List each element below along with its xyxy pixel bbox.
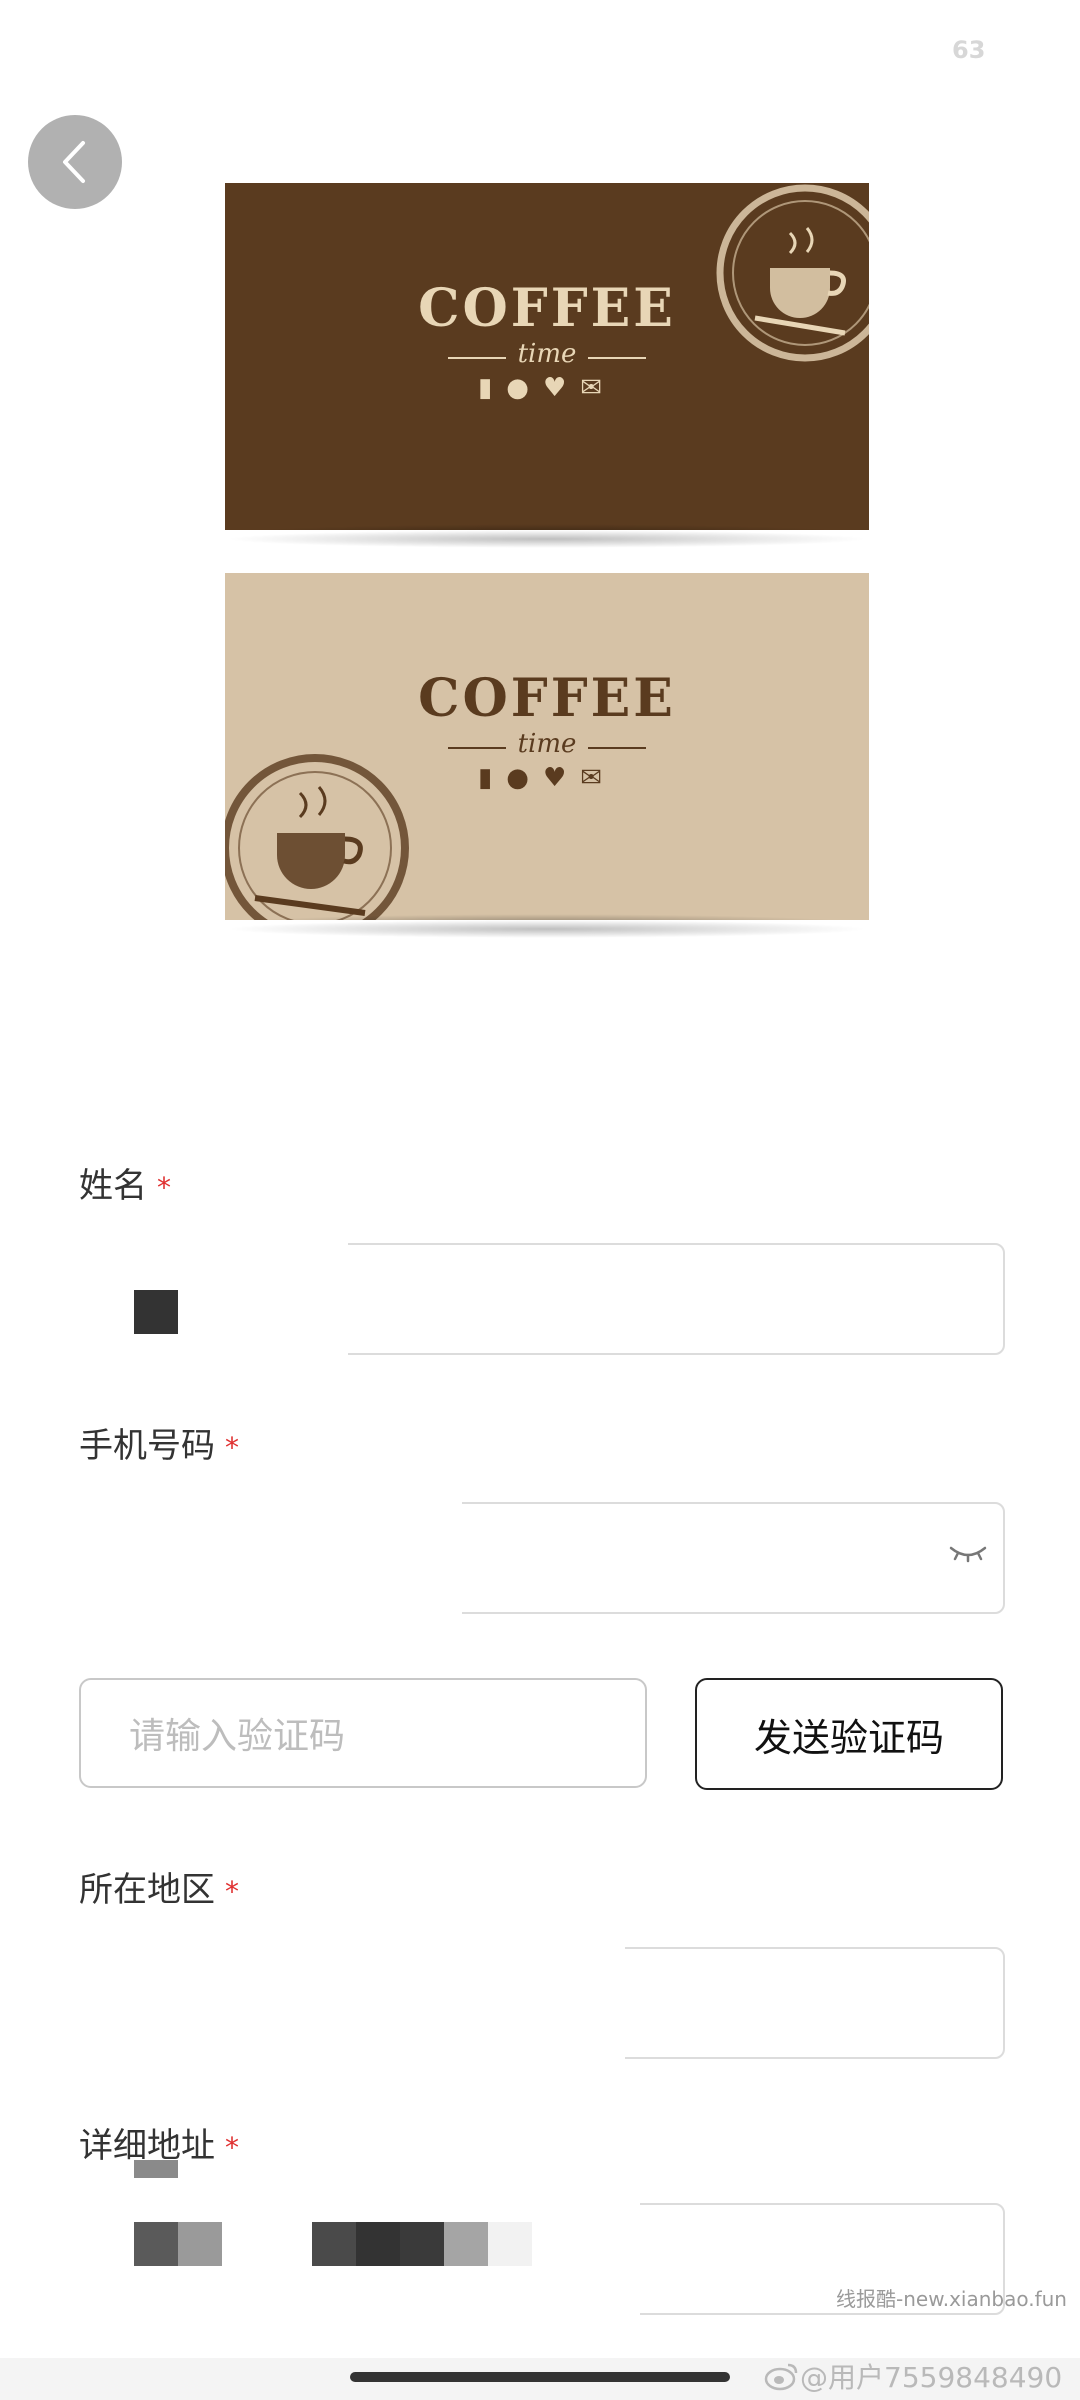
chevron-left-icon: [63, 141, 85, 183]
send-code-label: 发送验证码: [753, 1715, 944, 1760]
coffee-card-light: COFFEE time ▮●♥✉: [225, 573, 869, 920]
coffee-card-dark: COFFEE time ▮●♥✉: [225, 183, 869, 530]
verification-code-placeholder: 请输入验证码: [129, 1716, 346, 1757]
phone-label: 手机号码 *: [79, 1418, 239, 1467]
heart-icon: ♥: [542, 373, 581, 403]
weibo-icon: [764, 2363, 798, 2391]
redaction-mask: [70, 1238, 348, 1358]
site-watermark: 线报酷-new.xianbao.fun: [836, 2287, 1067, 2311]
cup-icon: ▮: [477, 763, 507, 793]
redacted-text: [312, 2222, 356, 2266]
bean-icon: ●: [506, 763, 543, 793]
eye-closed-icon[interactable]: [948, 1542, 988, 1564]
redacted-text: [134, 2222, 178, 2266]
back-button[interactable]: [28, 115, 122, 209]
envelope-icon: ✉: [580, 373, 617, 403]
envelope-icon: ✉: [580, 763, 617, 793]
redaction-mask: [70, 1498, 462, 1614]
card-brand: COFFEE: [418, 668, 676, 729]
home-indicator[interactable]: [350, 2372, 730, 2382]
heart-icon: ♥: [542, 763, 581, 793]
redacted-text: [400, 2222, 444, 2266]
redacted-text: [444, 2222, 488, 2266]
status-number: 63: [952, 36, 986, 64]
region-label: 所在地区 *: [79, 1862, 239, 1911]
verification-code-input[interactable]: 请输入验证码: [79, 1678, 647, 1788]
required-mark: *: [225, 2131, 239, 2164]
phone-label-text: 手机号码: [79, 1426, 215, 1466]
redacted-text: [134, 2160, 178, 2178]
region-label-text: 所在地区: [79, 1870, 215, 1910]
name-label-text: 姓名: [79, 1166, 147, 1206]
card-brand: COFFEE: [418, 278, 676, 339]
redacted-text: [356, 2222, 400, 2266]
bean-icon: ●: [506, 373, 543, 403]
redacted-text: [134, 1290, 178, 1334]
redacted-text: [178, 2222, 222, 2266]
name-label: 姓名 *: [79, 1158, 171, 1207]
cup-icon: ▮: [477, 373, 507, 403]
card-sub: time: [517, 729, 577, 759]
weibo-watermark: @用户7559848490: [764, 2356, 1062, 2396]
required-mark: *: [225, 1875, 239, 1908]
send-code-button[interactable]: 发送验证码: [695, 1678, 1003, 1790]
required-mark: *: [157, 1171, 171, 1204]
weibo-username: @用户7559848490: [800, 2361, 1063, 2394]
required-mark: *: [225, 1431, 239, 1464]
card-sub: time: [517, 339, 577, 369]
redaction-mask: [70, 1943, 625, 2059]
redacted-text: [488, 2222, 532, 2266]
